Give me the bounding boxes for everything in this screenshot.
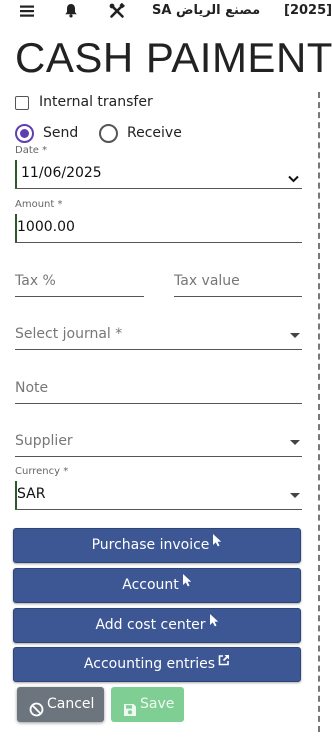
date-accent — [15, 160, 17, 188]
save-button[interactable]: Save — [111, 687, 184, 722]
accounting-entries-label: Accounting entries — [83, 656, 216, 672]
dropdown-caret-icon[interactable] — [290, 493, 300, 498]
fiscal-year[interactable]: [2025] — [284, 3, 332, 18]
date-field[interactable]: Date * 11/06/2025 — [15, 145, 302, 189]
account-label: Account — [122, 577, 179, 593]
save-label: Save — [140, 696, 175, 712]
tax-percent-placeholder: Tax % — [15, 273, 56, 289]
cursor-icon — [209, 607, 219, 640]
tax-value-placeholder: Tax value — [174, 273, 240, 289]
cancel-button[interactable]: Cancel — [17, 687, 104, 722]
cursor-icon — [212, 527, 222, 560]
supplier-select[interactable]: Supplier — [15, 432, 302, 457]
journal-placeholder: Select journal * — [15, 326, 123, 342]
internal-transfer-checkbox[interactable] — [15, 96, 29, 110]
currency-label: Currency * — [15, 466, 69, 477]
date-value: 11/06/2025 — [21, 165, 102, 181]
amount-field[interactable]: Amount * 1000.00 — [15, 199, 302, 243]
journal-select[interactable]: Select journal * — [15, 325, 302, 350]
ban-icon — [29, 696, 44, 731]
note-placeholder: Note — [15, 380, 49, 396]
account-button[interactable]: Account — [13, 568, 301, 603]
menu-icon[interactable] — [20, 3, 34, 22]
accounting-entries-button[interactable]: Accounting entries — [13, 647, 301, 682]
dropdown-caret-icon[interactable] — [290, 333, 300, 338]
add-cost-center-button[interactable]: Add cost center — [13, 608, 301, 643]
currency-select[interactable]: Currency * SAR — [15, 466, 302, 510]
internal-transfer-label: Internal transfer — [39, 94, 153, 110]
divider-line — [318, 92, 320, 732]
chevron-down-icon[interactable] — [288, 168, 299, 187]
amount-label: Amount * — [15, 199, 63, 210]
save-icon — [123, 696, 137, 731]
receive-label: Receive — [127, 125, 182, 141]
send-radio[interactable] — [15, 124, 34, 143]
bell-icon[interactable] — [64, 3, 78, 22]
purchase-invoice-label: Purchase invoice — [91, 537, 210, 553]
tools-icon[interactable] — [109, 2, 125, 23]
add-cost-center-label: Add cost center — [95, 617, 206, 633]
tax-percent-field[interactable]: Tax % — [15, 272, 144, 297]
receive-radio[interactable] — [99, 124, 118, 143]
supplier-placeholder: Supplier — [15, 433, 73, 449]
currency-value: SAR — [17, 486, 46, 502]
external-link-icon — [218, 646, 230, 679]
cancel-label: Cancel — [47, 696, 95, 712]
dropdown-caret-icon[interactable] — [290, 440, 300, 445]
company-name: SA مصنع الرياض — [152, 3, 261, 18]
note-field[interactable]: Note — [15, 379, 302, 404]
purchase-invoice-button[interactable]: Purchase invoice — [13, 528, 301, 563]
send-label: Send — [43, 125, 79, 141]
date-label: Date * — [15, 145, 48, 156]
amount-value: 1000.00 — [17, 219, 75, 235]
tax-value-field[interactable]: Tax value — [174, 272, 302, 297]
cursor-icon — [182, 567, 192, 600]
top-bar: SA مصنع الرياض [2025] — [0, 0, 332, 24]
page-title: CASH PAIMENT — [15, 34, 332, 81]
